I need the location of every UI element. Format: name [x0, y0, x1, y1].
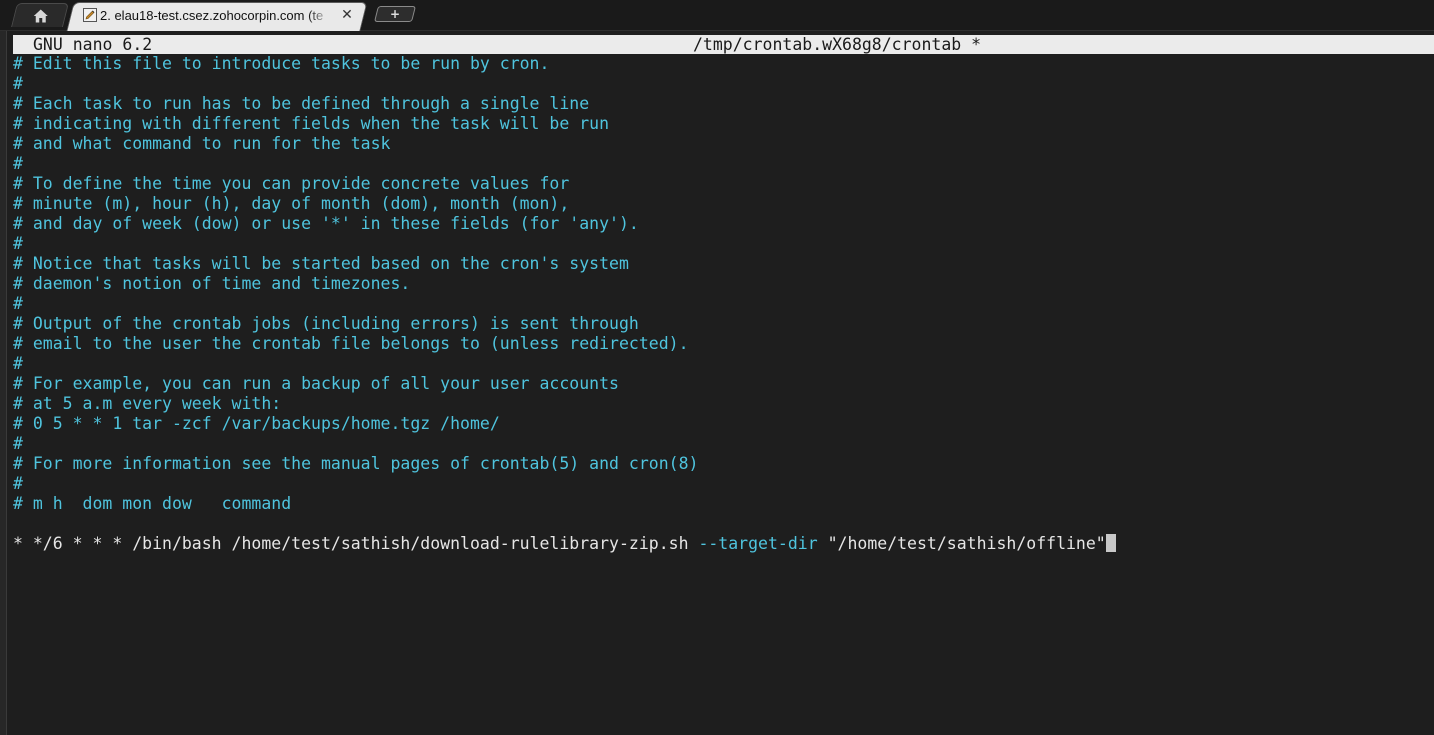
- comment-line: #: [13, 294, 23, 313]
- new-tab-button[interactable]: +: [376, 5, 414, 23]
- session-tab-title: 2. elau18-test.csez.zohocorpin.com (te: [100, 8, 324, 23]
- comment-line: # minute (m), hour (h), day of month (do…: [13, 194, 570, 213]
- comment-line: # For example, you can run a backup of a…: [13, 374, 619, 393]
- nano-version: GNU nano 6.2: [33, 35, 153, 54]
- app-window: 2. elau18-test.csez.zohocorpin.com (te ✕…: [0, 0, 1434, 735]
- tab-bar: 2. elau18-test.csez.zohocorpin.com (te ✕…: [0, 0, 1434, 31]
- close-tab-icon[interactable]: ✕: [340, 6, 354, 24]
- home-tab[interactable]: [11, 3, 69, 27]
- comment-line: #: [13, 354, 23, 373]
- text-cursor: [1105, 534, 1116, 552]
- nano-filename: /tmp/crontab.wX68g8/crontab *: [693, 35, 982, 54]
- cron-argument: "/home/test/sathish/offline": [817, 534, 1106, 553]
- cron-schedule-command: * */6 * * * /bin/bash /home/test/sathish…: [13, 534, 699, 553]
- comment-line: #: [13, 474, 23, 493]
- comment-line: # and what command to run for the task: [13, 134, 391, 153]
- comment-line: # Each task to run has to be defined thr…: [13, 94, 590, 113]
- editor-buffer[interactable]: # Edit this file to introduce tasks to b…: [13, 54, 1423, 554]
- comment-line: # To define the time you can provide con…: [13, 174, 570, 193]
- cron-entry-line[interactable]: * */6 * * * /bin/bash /home/test/sathish…: [13, 534, 1423, 554]
- home-icon: [33, 9, 48, 23]
- comment-line: # email to the user the crontab file bel…: [13, 334, 689, 353]
- comment-line: # Edit this file to introduce tasks to b…: [13, 54, 550, 73]
- comment-line: #: [13, 234, 23, 253]
- terminal-left-margin: [0, 31, 7, 735]
- comment-line: # Notice that tasks will be started base…: [13, 254, 629, 273]
- comment-line: # daemon's notion of time and timezones.: [13, 274, 411, 293]
- comment-line: # Output of the crontab jobs (including …: [13, 314, 639, 333]
- comment-line: # m h dom mon dow command: [13, 494, 292, 513]
- tab-title-fade: [308, 7, 330, 25]
- terminal-pencil-icon: [83, 8, 97, 22]
- cron-option-flag: --target-dir: [698, 534, 818, 553]
- comment-line: #: [13, 154, 23, 173]
- comment-line: #: [13, 74, 23, 93]
- comment-line: # 0 5 * * 1 tar -zcf /var/backups/home.t…: [13, 414, 500, 433]
- active-session-tab-content[interactable]: 2. elau18-test.csez.zohocorpin.com (te ✕: [80, 5, 356, 27]
- comment-line: # and day of week (dow) or use '*' in th…: [13, 214, 639, 233]
- comment-line: # For more information see the manual pa…: [13, 454, 699, 473]
- nano-title-bar: GNU nano 6.2 /tmp/crontab.wX68g8/crontab…: [13, 35, 1434, 54]
- comment-line: # at 5 a.m every week with:: [13, 394, 282, 413]
- comment-line: #: [13, 434, 23, 453]
- terminal-view[interactable]: GNU nano 6.2 /tmp/crontab.wX68g8/crontab…: [0, 31, 1434, 735]
- comment-line: # indicating with different fields when …: [13, 114, 610, 133]
